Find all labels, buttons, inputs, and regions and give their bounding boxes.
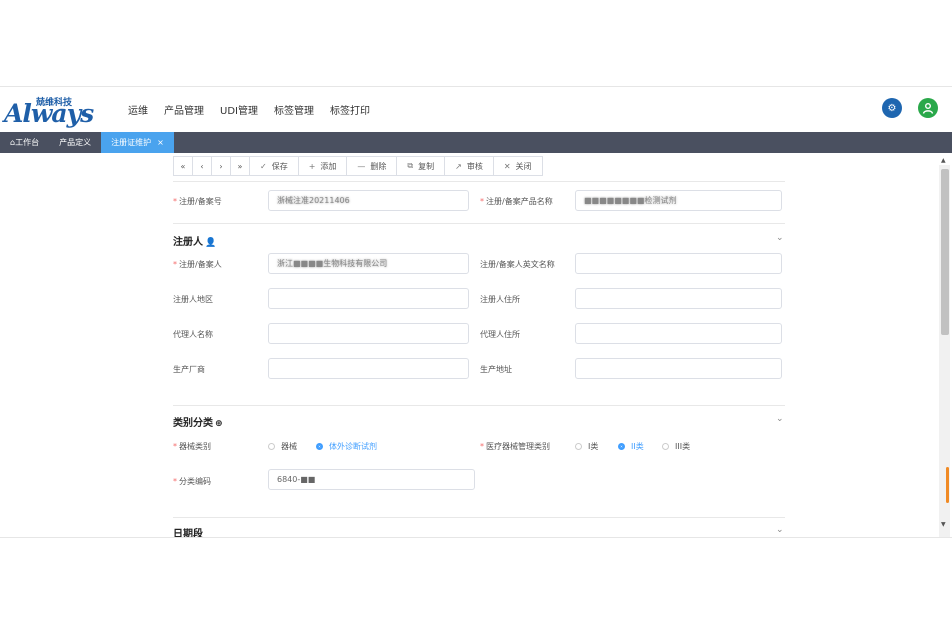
registrant-en-name-label: 注册/备案人英文名称 bbox=[480, 260, 555, 269]
radio-ivd-reagent[interactable]: 体外诊断试剂 bbox=[316, 441, 377, 452]
manufacturer-input[interactable] bbox=[268, 358, 469, 379]
manufacturer-label: 生产厂商 bbox=[173, 365, 205, 374]
tab-registration-maintenance[interactable]: 注册证维护 × bbox=[101, 132, 174, 153]
category-section-title: 类别分类 ⊕ bbox=[173, 418, 223, 429]
registrant-address-label: 注册人住所 bbox=[480, 295, 520, 304]
category-code-label: * 分类编码 bbox=[173, 477, 211, 486]
nav-label-management[interactable]: 标签管理 bbox=[274, 102, 314, 117]
radio-circle-icon bbox=[316, 443, 323, 450]
divider bbox=[173, 223, 785, 224]
scroll-down-icon[interactable]: ▼ bbox=[941, 521, 946, 528]
registrant-section-title: 注册人 👤 bbox=[173, 237, 217, 248]
registrant-address-input[interactable] bbox=[575, 288, 782, 309]
nav-udi-management[interactable]: UDI管理 bbox=[220, 102, 258, 117]
user-icon[interactable] bbox=[918, 98, 938, 118]
chevron-down-icon[interactable]: ⌄ bbox=[776, 414, 784, 424]
nav-product-management[interactable]: 产品管理 bbox=[164, 102, 204, 117]
radio-circle-icon bbox=[662, 443, 669, 450]
check-icon: ✓ bbox=[260, 161, 267, 171]
person-icon: 👤 bbox=[205, 238, 217, 248]
registrant-name-label: * 注册/备案人 bbox=[173, 260, 222, 269]
registrant-region-input[interactable] bbox=[268, 288, 469, 309]
scroll-up-icon[interactable]: ▲ bbox=[941, 157, 946, 164]
close-tab-icon[interactable]: × bbox=[157, 138, 164, 147]
copy-button[interactable]: ⧉ 复制 bbox=[396, 156, 446, 176]
production-address-label: 生产地址 bbox=[480, 365, 512, 374]
tab-bar: ⌂工作台 产品定义 注册证维护 × bbox=[0, 132, 952, 153]
divider bbox=[173, 181, 785, 182]
last-record-button[interactable]: » bbox=[230, 156, 250, 176]
tab-workbench[interactable]: ⌂工作台 bbox=[0, 132, 49, 153]
reg-no-input[interactable]: 浙械注准20211406 bbox=[268, 190, 469, 211]
plus-icon: + bbox=[308, 161, 316, 171]
copy-icon: ⧉ bbox=[407, 161, 414, 170]
save-button[interactable]: ✓ 保存 bbox=[249, 156, 299, 176]
category-code-input[interactable]: 6840-■■ bbox=[268, 469, 475, 490]
close-button[interactable]: ✕ 关闭 bbox=[492, 156, 543, 176]
radio-device[interactable]: 器械 bbox=[268, 441, 297, 452]
settings-icon[interactable]: ⚙ bbox=[882, 98, 902, 118]
chevron-down-icon[interactable]: ⌄ bbox=[776, 233, 784, 243]
scrollbar-thumb[interactable] bbox=[941, 169, 949, 335]
radio-circle-icon bbox=[268, 443, 275, 450]
chevron-down-icon[interactable]: ⌄ bbox=[776, 525, 784, 535]
minus-icon: — bbox=[357, 161, 366, 171]
plus-circle-icon: ⊕ bbox=[215, 419, 223, 429]
company-logo: Always 兢维科技 bbox=[4, 98, 94, 128]
mgmt-class-label: * 医疗器械管理类别 bbox=[480, 442, 550, 451]
prev-record-button[interactable]: ‹ bbox=[192, 156, 212, 176]
first-record-button[interactable]: « bbox=[173, 156, 193, 176]
top-header: Always 兢维科技 运维 产品管理 UDI管理 标签管理 标签打印 ⚙ bbox=[0, 87, 952, 132]
radio-circle-icon bbox=[618, 443, 625, 450]
scroll-indicator bbox=[946, 467, 949, 503]
app-window: Always 兢维科技 运维 产品管理 UDI管理 标签管理 标签打印 ⚙ ⌂工… bbox=[0, 86, 952, 538]
radio-class-1[interactable]: I类 bbox=[575, 441, 598, 452]
close-icon: ✕ bbox=[503, 161, 511, 171]
product-name-label: * 注册/备案产品名称 bbox=[480, 197, 553, 206]
device-type-label: * 器械类别 bbox=[173, 442, 211, 451]
divider bbox=[173, 517, 785, 518]
agent-name-label: 代理人名称 bbox=[173, 330, 213, 339]
registrant-region-label: 注册人地区 bbox=[173, 295, 213, 304]
radio-class-3[interactable]: III类 bbox=[662, 441, 690, 452]
production-address-input[interactable] bbox=[575, 358, 782, 379]
registrant-name-input[interactable]: 浙江■■■■生物科技有限公司 bbox=[268, 253, 469, 274]
radio-circle-icon bbox=[575, 443, 582, 450]
toolbar: « ‹ › » ✓ 保存 + 添加 — 删除 ⧉ 复制 ↗ 审核 ✕ 关闭 bbox=[173, 156, 543, 176]
agent-address-label: 代理人住所 bbox=[480, 330, 520, 339]
registrant-en-name-input[interactable] bbox=[575, 253, 782, 274]
audit-icon: ↗ bbox=[455, 161, 462, 171]
add-button[interactable]: + 添加 bbox=[297, 156, 348, 176]
date-section-title: 日期段 bbox=[173, 529, 203, 538]
divider bbox=[173, 405, 785, 406]
audit-button[interactable]: ↗ 审核 bbox=[444, 156, 494, 176]
radio-class-2[interactable]: II类 bbox=[618, 441, 644, 452]
nav-label-print[interactable]: 标签打印 bbox=[330, 102, 370, 117]
nav-ops[interactable]: 运维 bbox=[128, 102, 148, 117]
product-name-input[interactable]: ■■■■■■■■检测试剂 bbox=[575, 190, 782, 211]
delete-button[interactable]: — 删除 bbox=[346, 156, 398, 176]
main-nav: 运维 产品管理 UDI管理 标签管理 标签打印 bbox=[120, 87, 378, 132]
agent-address-input[interactable] bbox=[575, 323, 782, 344]
tab-product-definition[interactable]: 产品定义 bbox=[49, 132, 101, 153]
next-record-button[interactable]: › bbox=[211, 156, 231, 176]
reg-no-label: * 注册/备案号 bbox=[173, 197, 222, 206]
agent-name-input[interactable] bbox=[268, 323, 469, 344]
